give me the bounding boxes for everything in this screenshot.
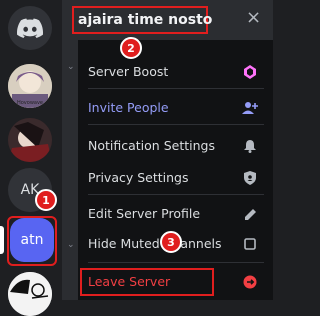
menu-divider [88,262,264,263]
dark-art-icon [8,118,52,162]
checkbox-icon[interactable] [242,236,258,252]
menu-divider [88,88,264,89]
menu-item-label: Hide Muted Channels [88,236,222,251]
annotation-badge-3: 3 [160,231,182,253]
bell-icon [242,138,258,154]
discord-logo-icon [17,18,43,38]
menu-item-edit-server-profile[interactable]: Edit Server Profile [88,202,268,226]
menu-item-invite-people[interactable]: Invite People [88,96,268,120]
server-avatar-hovowave[interactable]: Hovowave [8,64,52,108]
pencil-icon [242,206,258,222]
menu-item-notification-settings[interactable]: Notification Settings [88,134,268,158]
menu-item-label: Leave Server [88,274,171,289]
sketch-art-icon [8,272,52,316]
leave-icon [242,274,258,290]
boost-icon [242,64,258,80]
menu-item-label: Notification Settings [88,138,215,153]
shield-icon [242,170,258,186]
chevron-icon: ⌄ [67,62,75,72]
server-highlight [7,216,57,266]
chevron-icon: ⌄ [67,240,75,250]
menu-item-leave-server[interactable]: Leave Server [88,270,268,294]
annotation-badge-2: 2 [120,37,142,59]
menu-divider [88,124,264,125]
server-avatar-sketch[interactable] [8,272,52,316]
active-server-indicator [0,226,4,254]
menu-item-server-boost[interactable]: Server Boost [88,60,268,84]
menu-item-privacy-settings[interactable]: Privacy Settings [88,166,268,190]
add-person-icon [242,100,258,116]
annotation-badge-1: 1 [35,189,57,211]
menu-item-label: Server Boost [88,64,169,79]
server-name-title[interactable]: ajaira time nosto [72,6,212,34]
discord-home-button[interactable] [8,6,52,50]
close-icon[interactable]: × [246,8,261,28]
menu-divider [88,194,264,195]
menu-item-label: Edit Server Profile [88,206,201,221]
avatar-caption: Hovowave [16,100,44,106]
server-avatar-dark[interactable] [8,118,52,162]
menu-item-label: Invite People [88,100,169,115]
menu-item-label: Privacy Settings [88,170,189,185]
